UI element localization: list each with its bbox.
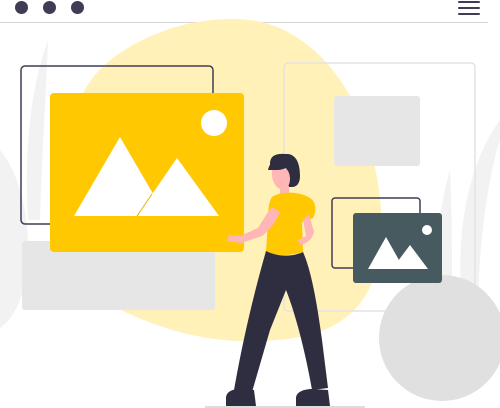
decorative-circle xyxy=(379,275,500,401)
shoe-left xyxy=(226,389,256,406)
placeholder-block-right xyxy=(334,96,420,166)
illustration-canvas xyxy=(0,0,500,408)
shoe-right xyxy=(296,389,330,406)
image-thumbnail-card[interactable] xyxy=(353,213,442,283)
sun-icon xyxy=(201,110,227,136)
sun-icon xyxy=(422,225,432,235)
plant-left-leaf xyxy=(26,40,48,220)
plant-right xyxy=(460,120,500,300)
scene-svg xyxy=(0,18,500,408)
image-card-large[interactable] xyxy=(50,93,244,252)
